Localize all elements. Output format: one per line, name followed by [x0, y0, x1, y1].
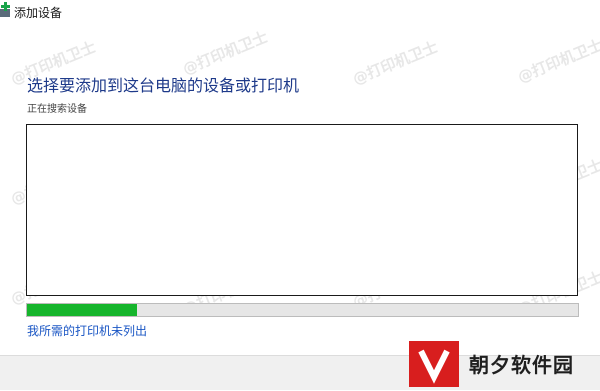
window-title: 添加设备: [14, 6, 63, 20]
watermark: @打印机卫士: [350, 37, 441, 89]
logo-badge-icon: [409, 341, 459, 387]
checkmark-icon: [418, 349, 450, 384]
add-device-icon: [0, 2, 10, 17]
printer-not-listed-link[interactable]: 我所需的打印机未列出: [27, 322, 147, 339]
title-bar: 添加设备: [0, 0, 600, 24]
page-heading: 选择要添加到这台电脑的设备或打印机: [27, 76, 300, 95]
watermark: @打印机卫士: [515, 35, 600, 87]
search-status: 正在搜索设备: [27, 104, 87, 115]
logo-text: 朝夕软件园: [469, 353, 574, 377]
device-list[interactable]: [26, 124, 578, 296]
progress-fill: [27, 304, 138, 316]
site-logo: 朝夕软件园: [409, 341, 589, 387]
search-progress-bar: [26, 303, 579, 317]
